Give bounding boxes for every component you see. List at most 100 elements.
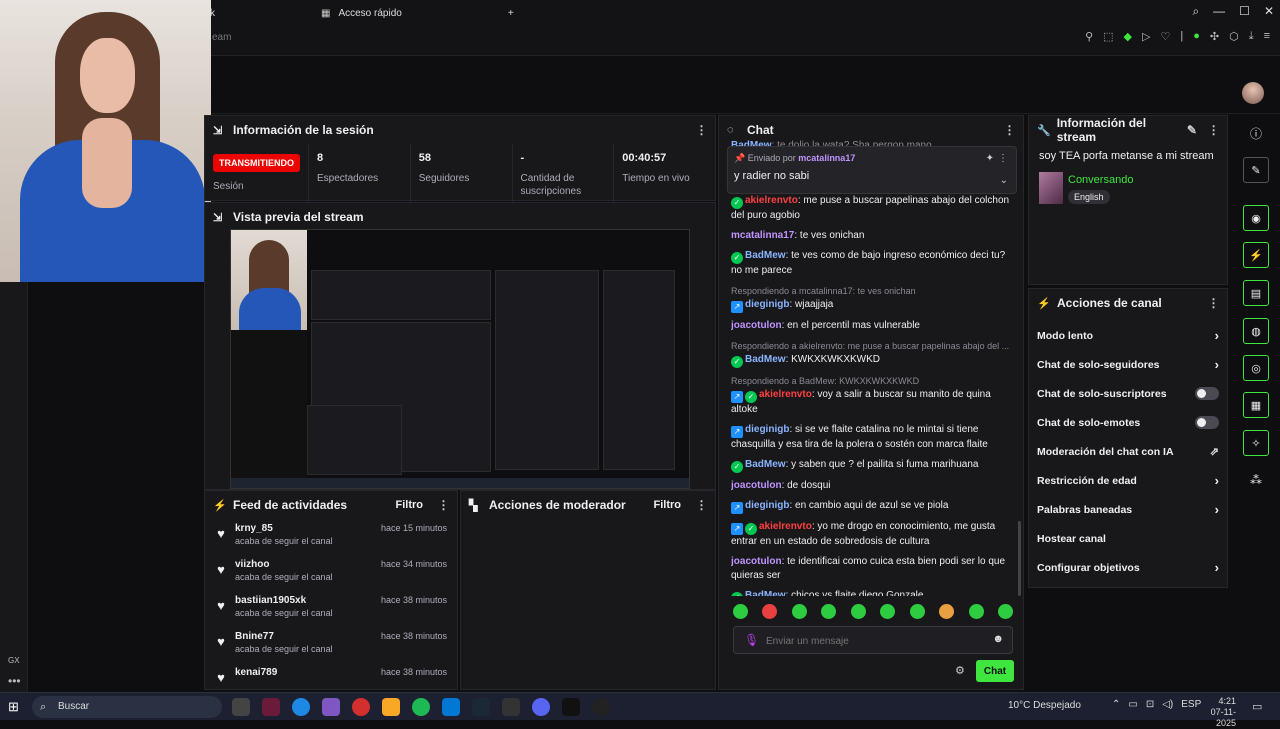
chat-username[interactable]: akielrenvto: [759, 521, 812, 532]
network-icon[interactable]: ⊡: [1146, 699, 1154, 710]
chat-username[interactable]: BadMew: [745, 590, 786, 596]
avatar[interactable]: [1242, 82, 1264, 104]
address-text[interactable]: eam: [212, 32, 231, 43]
unpin-icon[interactable]: ✦: [986, 153, 994, 164]
chat-username[interactable]: joacotulon: [731, 556, 782, 567]
obs-icon[interactable]: [592, 698, 610, 716]
more-icon[interactable]: ⋮: [695, 498, 708, 512]
emote-icon[interactable]: [997, 604, 1013, 619]
chat-input[interactable]: [766, 631, 986, 651]
emote-icon[interactable]: [791, 604, 807, 619]
gear-icon[interactable]: ⚙: [955, 664, 965, 677]
reply-context[interactable]: Respondiendo a mcatalinna17: te ves onic…: [731, 284, 1015, 298]
new-tab-button[interactable]: +: [508, 8, 514, 19]
layout-icon[interactable]: ▦: [1243, 392, 1269, 418]
emote-icon[interactable]: [733, 604, 748, 619]
feed-filter-button[interactable]: Filtro: [396, 499, 424, 511]
copilot-icon[interactable]: [322, 698, 340, 716]
action-followers-only[interactable]: Chat de solo-seguidores ›: [1029, 350, 1227, 379]
action-age-restriction[interactable]: Restricción de edad ›: [1029, 466, 1227, 495]
more-icon[interactable]: ⋮: [1207, 296, 1220, 310]
emote-icon[interactable]: [968, 604, 984, 619]
action-banned-words[interactable]: Palabras baneadas ›: [1029, 495, 1227, 524]
rail-more-icon[interactable]: •••: [8, 674, 21, 688]
tab-quick-access[interactable]: Acceso rápido: [338, 8, 401, 19]
chat-icon[interactable]: ◍: [1243, 318, 1269, 344]
camera-icon[interactable]: ◉: [1243, 205, 1269, 231]
box-icon[interactable]: ⬡: [1229, 30, 1239, 43]
language-tag[interactable]: English: [1068, 190, 1110, 204]
chevron-down-icon[interactable]: ⌄: [1000, 175, 1008, 186]
clock[interactable]: 4:21 07-11-2025: [1198, 696, 1236, 729]
snapshot-icon[interactable]: ⬚: [1103, 30, 1113, 43]
emote-icon[interactable]: [762, 604, 778, 619]
chat-username[interactable]: BadMew: [745, 459, 786, 470]
chat-username[interactable]: joacotulon: [731, 480, 782, 491]
add-widget-icon[interactable]: ⁂: [1243, 467, 1269, 493]
app-icon[interactable]: [262, 698, 280, 716]
play-icon[interactable]: ▷: [1142, 30, 1150, 43]
wrench-icon[interactable]: ✧: [1243, 430, 1269, 456]
emoji-icon[interactable]: ☻: [992, 633, 1004, 645]
chat-username[interactable]: akielrenvto: [759, 389, 812, 400]
maximize-icon[interactable]: ☐: [1239, 4, 1250, 19]
more-icon[interactable]: ⋮: [998, 153, 1008, 164]
emote-icon[interactable]: [850, 604, 866, 619]
extension-a-icon[interactable]: ●: [1193, 30, 1200, 43]
chat-username[interactable]: joacotulon: [731, 320, 782, 331]
taskbar-search[interactable]: ⌕ Buscar: [32, 696, 222, 718]
bolt-icon[interactable]: ⚡: [1243, 242, 1269, 268]
chat-scrollbar[interactable]: [1018, 521, 1021, 596]
reply-context[interactable]: Respondiendo a BadMew: KWKXKWKXKWKD: [731, 374, 1015, 388]
discord-icon[interactable]: [532, 698, 550, 716]
more-icon[interactable]: ⋮: [1003, 123, 1016, 137]
chat-username[interactable]: BadMew: [745, 354, 786, 365]
action-set-goals[interactable]: Configurar objetivos ›: [1029, 553, 1227, 582]
chevron-up-icon[interactable]: ⌃: [1112, 699, 1120, 710]
windows-start-icon[interactable]: ⊞: [8, 699, 19, 715]
volume-icon[interactable]: ◁): [1162, 699, 1173, 710]
chat-username[interactable]: dieginigb: [745, 299, 789, 310]
chat-username[interactable]: dieginigb: [745, 424, 789, 435]
subscribers-only-toggle[interactable]: [1195, 387, 1219, 400]
shield-icon[interactable]: ◆: [1124, 30, 1132, 43]
notification-icon[interactable]: ▭: [1252, 700, 1262, 713]
chat-username[interactable]: akielrenvto: [745, 195, 798, 206]
feed-item[interactable]: ♥ krny_85 acaba de seguir el canal hace …: [205, 519, 457, 555]
emote-icon[interactable]: [880, 604, 896, 619]
emote-only-toggle[interactable]: [1195, 416, 1219, 429]
emote-icon[interactable]: [909, 604, 925, 619]
heart-icon[interactable]: ♡: [1160, 30, 1170, 43]
folder-icon[interactable]: [382, 698, 400, 716]
action-slow-mode[interactable]: Modo lento ›: [1029, 321, 1227, 350]
close-icon[interactable]: ✕: [1264, 4, 1274, 19]
store-icon[interactable]: [442, 698, 460, 716]
edge-icon[interactable]: [292, 698, 310, 716]
chat-username[interactable]: BadMew: [745, 250, 786, 261]
bookmark-icon[interactable]: ⚲: [1085, 30, 1093, 43]
search-icon[interactable]: ⌕: [1192, 4, 1199, 19]
battery-icon[interactable]: ▭: [1128, 699, 1137, 710]
info-icon[interactable]: ⓘ: [1243, 120, 1269, 146]
emote-icon[interactable]: [821, 604, 837, 619]
feed-item[interactable]: ♥ bastiian1905xk acaba de seguir el cana…: [205, 591, 457, 627]
action-ai-moderation[interactable]: Moderación del chat con IA ⇗: [1029, 437, 1227, 466]
action-host-channel[interactable]: Hostear canal: [1029, 524, 1227, 553]
gx-label[interactable]: GX: [8, 656, 20, 665]
mod-filter-button[interactable]: Filtro: [654, 499, 682, 511]
spotify-icon[interactable]: [412, 698, 430, 716]
broadcast-icon[interactable]: ◎: [1243, 355, 1269, 381]
mic-icon[interactable]: 🎙: [744, 633, 759, 647]
more-icon[interactable]: ⋮: [437, 498, 450, 512]
feed-item[interactable]: ♥ viizhoo acaba de seguir el canal hace …: [205, 555, 457, 591]
download-icon[interactable]: ⤓: [1249, 30, 1254, 43]
pinned-user[interactable]: mcatalinna17: [798, 153, 855, 163]
minimize-icon[interactable]: —: [1213, 4, 1225, 19]
edit-icon[interactable]: ✎: [1186, 123, 1198, 137]
stream-preview-video[interactable]: [230, 229, 690, 489]
menu-icon[interactable]: ≡: [1264, 30, 1270, 43]
chat-username[interactable]: mcatalinna17: [731, 230, 794, 241]
weather[interactable]: 10°C Despejado: [1008, 700, 1081, 711]
pinned-message[interactable]: 📌 Enviado por mcatalinna17 y radier no s…: [727, 146, 1017, 194]
epic-icon[interactable]: [502, 698, 520, 716]
